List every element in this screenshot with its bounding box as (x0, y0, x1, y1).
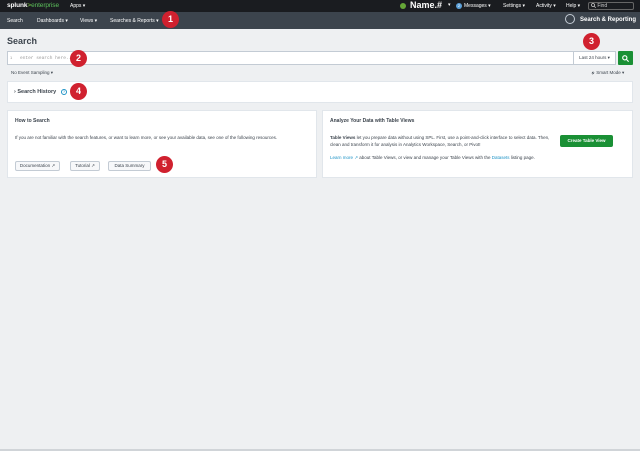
lightning-icon (591, 70, 595, 75)
annotation-marker-3: 3 (583, 33, 600, 50)
messages-label: Messages ▾ (464, 3, 491, 9)
app-icon (565, 14, 575, 24)
learn-more-link[interactable]: Learn more ↗ (330, 155, 358, 160)
table-views-desc3-text: listing page. (509, 155, 535, 160)
annotation-marker-4: 4 (70, 83, 87, 100)
table-views-desc-text: let you prepare data without using SPL. … (330, 135, 550, 147)
app-navigation-bar: Search Dashboards ▾ Views ▾ Searches & R… (0, 12, 640, 29)
page-title: Search (7, 36, 38, 46)
help-menu[interactable]: Help ▾ (566, 0, 580, 12)
messages-count-badge: 2 (456, 3, 462, 9)
line-number: 1 (10, 55, 13, 60)
user-caret-icon: ▾ (448, 2, 451, 8)
logo-product: enterprise (31, 2, 59, 9)
search-icon (622, 54, 629, 62)
search-history-panel: › Search History ? (7, 81, 633, 103)
annotation-marker-5: 5 (156, 156, 173, 173)
tutorial-button[interactable]: Tutorial ↗ (70, 161, 100, 171)
app-name: Search & Reporting (580, 17, 637, 23)
user-name: Name.# (410, 0, 443, 10)
search-bar: 1 enter search here... Last 24 hours ▾ (7, 51, 633, 65)
help-icon[interactable]: ? (61, 89, 67, 95)
logo-brand: splunk (7, 2, 28, 9)
create-table-view-button[interactable]: Create Table View (560, 135, 613, 147)
annotation-marker-1: 1 (162, 11, 179, 28)
user-status (400, 0, 406, 12)
nav-search[interactable]: Search (7, 18, 23, 24)
event-sampling-dropdown[interactable]: No Event Sampling ▾ (11, 70, 53, 76)
activity-menu[interactable]: Activity ▾ (536, 0, 556, 12)
table-views-title: Analyze Your Data with Table Views (330, 118, 415, 124)
search-mode-dropdown[interactable]: Smart Mode ▾ (591, 70, 624, 76)
search-history-toggle[interactable]: › Search History (14, 89, 56, 95)
apps-menu[interactable]: Apps ▾ (70, 3, 85, 9)
annotation-marker-2: 2 (70, 50, 87, 67)
datasets-link[interactable]: Datasets (492, 155, 510, 160)
how-to-search-title: How to Search (15, 118, 50, 124)
search-history-label: Search History (17, 89, 57, 95)
nav-dashboards[interactable]: Dashboards ▾ (37, 18, 68, 24)
table-views-lead: Table Views (330, 135, 356, 140)
messages-menu[interactable]: 2 Messages ▾ (456, 0, 491, 12)
search-input[interactable]: 1 enter search here... (7, 51, 574, 65)
splunk-logo[interactable]: splunk>enterprise (7, 2, 59, 9)
time-range-picker[interactable]: Last 24 hours ▾ (573, 51, 616, 65)
settings-menu[interactable]: Settings ▾ (503, 0, 525, 12)
search-placeholder: enter search here... (20, 55, 75, 61)
nav-views[interactable]: Views ▾ (80, 18, 97, 24)
user-menu[interactable]: Name.# ▾ (410, 0, 451, 11)
data-summary-button[interactable]: Data Summary (108, 161, 151, 171)
search-icon (591, 3, 597, 9)
table-views-learn-more: Learn more ↗ about Table Views, or view … (330, 155, 550, 162)
documentation-button[interactable]: Documentation ↗ (15, 161, 60, 171)
how-to-search-description: If you are not familiar with the search … (15, 135, 278, 140)
top-navigation-bar: splunk>enterprise Apps ▾ Name.# ▾ 2 Mess… (0, 0, 640, 12)
table-views-panel: Analyze Your Data with Table Views Table… (322, 110, 633, 178)
table-views-description: Table Views let you prepare data without… (330, 135, 550, 148)
search-mode-label: Smart Mode ▾ (596, 70, 625, 75)
find-placeholder: Find (597, 3, 608, 9)
table-views-desc2-text: about Table Views, or view and manage yo… (358, 155, 492, 160)
search-button[interactable] (618, 51, 633, 65)
find-input[interactable]: Find (588, 2, 634, 10)
status-dot-icon (400, 3, 406, 9)
nav-searches-reports[interactable]: Searches & Reports ▾ (110, 18, 159, 24)
chevron-right-icon: › (14, 89, 16, 95)
